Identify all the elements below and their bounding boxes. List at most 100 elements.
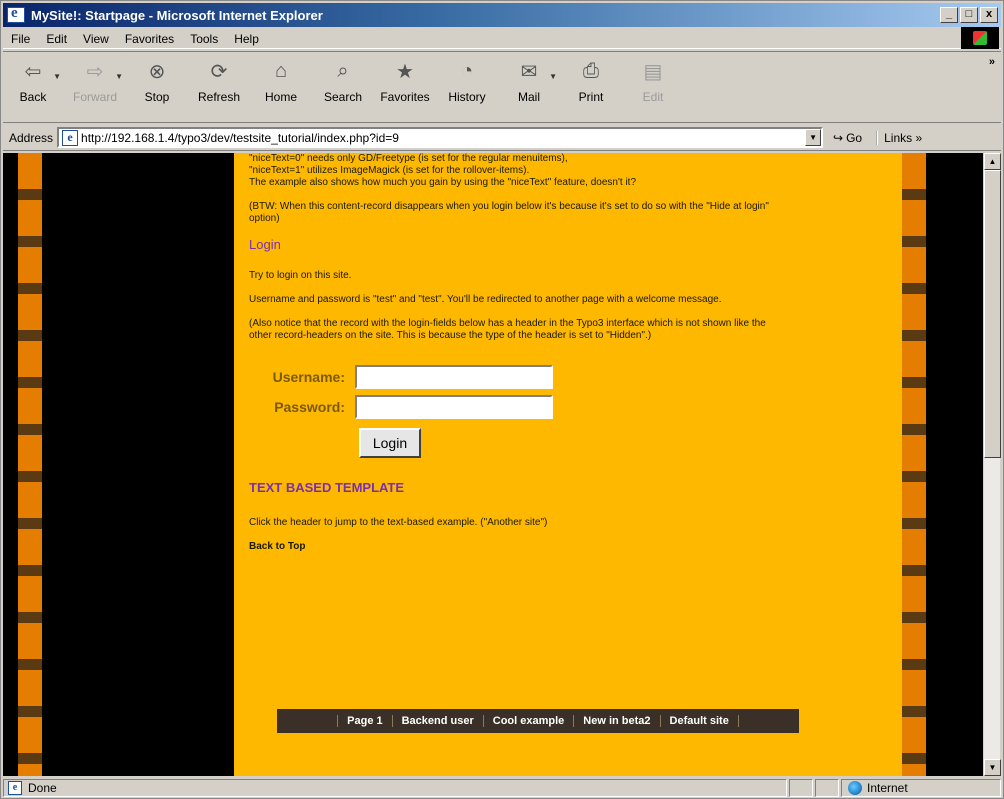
login-button[interactable]: Login [359,428,421,458]
nav-new-in-beta2[interactable]: New in beta2 [573,715,659,727]
links-button[interactable]: Links » [876,130,922,145]
nav-page-1[interactable]: Page 1 [337,715,391,727]
go-button[interactable]: ↪ Go [833,131,862,145]
mail-dropdown-icon[interactable]: ▼ [549,72,557,81]
forward-button[interactable]: ⇨ Forward ▼ [65,58,125,116]
address-input[interactable]: e http://192.168.1.4/typo3/dev/testsite_… [57,127,824,148]
menu-file[interactable]: File [3,32,38,46]
address-dropdown-icon[interactable]: ▼ [805,129,822,146]
status-text-area: e Done [3,779,787,797]
username-input[interactable] [355,365,553,389]
login-note: (Also notice that the record with the lo… [249,318,766,341]
username-label: Username: [272,369,345,385]
forward-label: Forward [72,90,117,104]
favorites-icon: ★ [396,60,414,83]
edit-label: Edit [642,90,664,104]
scroll-down-icon[interactable]: ▼ [984,759,1001,776]
mail-button[interactable]: ✉ Mail ▼ [499,58,559,116]
menu-edit[interactable]: Edit [38,32,75,46]
address-label: Address [9,130,54,145]
minimize-button[interactable]: _ [940,7,958,23]
history-icon: ◔ [460,59,474,82]
globe-icon [848,781,862,795]
back-label: Back [19,90,47,104]
edit-button[interactable]: ▤ Edit [623,58,683,116]
back-arrow-icon: ⇦ [24,60,42,83]
menu-help[interactable]: Help [226,32,267,46]
favorites-label: Favorites [380,90,430,104]
edit-icon: ▤ [643,60,663,83]
maximize-button[interactable]: □ [960,7,978,23]
windows-logo-icon [961,27,999,49]
toolbar: ⇦ Back ▼ ⇨ Forward ▼ ⊗ Stop ⟳ Refresh ⌂ … [3,51,1001,123]
favorites-button[interactable]: ★ Favorites [375,58,435,116]
menu-tools[interactable]: Tools [182,32,226,46]
address-url[interactable]: http://192.168.1.4/typo3/dev/testsite_tu… [81,131,399,145]
menu-view[interactable]: View [75,32,117,46]
login-heading: Login [249,237,281,252]
toolbar-overflow-button[interactable]: » [989,56,995,68]
stop-label: Stop [144,90,170,104]
page-viewport: "niceText=0" needs only GD/Freetype (is … [3,153,983,776]
page-icon: e [8,781,22,795]
page-icon: e [62,129,79,146]
footer-nav: Page 1 Backend user Cool example New in … [277,709,799,733]
status-text: Done [28,781,57,795]
status-bar: e Done Internet [3,778,1001,798]
close-button[interactable]: x [980,7,998,23]
window-title: MySite!: Startpage - Microsoft Internet … [31,7,323,23]
text-template-desc: Click the header to jump to the text-bas… [249,517,548,528]
zone-label: Internet [867,781,908,795]
forward-dropdown-icon[interactable]: ▼ [115,72,123,81]
scrollbar-thumb[interactable] [984,170,1001,458]
title-bar[interactable]: MySite!: Startpage - Microsoft Internet … [3,3,1001,27]
stop-button[interactable]: ⊗ Stop [127,58,187,116]
left-stripe-decoration [18,153,42,776]
back-to-top-link[interactable]: Back to Top [249,541,902,552]
go-arrow-icon: ↪ [833,130,844,145]
intro-line-1: "niceText=0" needs only GD/Freetype (is … [249,153,568,164]
search-button[interactable]: ⌕ Search [313,58,373,116]
nav-cool-example[interactable]: Cool example [482,715,574,727]
ie-logo-icon [7,5,25,23]
refresh-button[interactable]: ⟳ Refresh [189,58,249,116]
back-dropdown-icon[interactable]: ▼ [53,72,61,81]
login-credentials: Username and password is "test" and "tes… [249,294,722,305]
password-input[interactable] [355,395,553,419]
history-label: History [448,90,486,104]
home-label: Home [264,90,297,104]
vertical-scrollbar[interactable]: ▲ ▼ [983,153,1001,776]
menu-bar: File Edit View Favorites Tools Help [3,27,1001,49]
security-zone[interactable]: Internet [841,779,1001,797]
nav-backend-user[interactable]: Backend user [391,715,483,727]
intro-text: "niceText=0" needs only GD/Freetype (is … [249,153,769,189]
text-template-link[interactable]: TEXT BASED TEMPLATE [249,480,902,495]
history-button[interactable]: ◔ History [437,58,497,116]
mail-label: Mail [517,90,540,104]
intro-line-2: "niceText=1" utilizes ImageMagick (is se… [249,165,530,176]
nav-default-site[interactable]: Default site [659,715,739,727]
print-button[interactable]: ⎙ Print [561,58,621,116]
refresh-label: Refresh [197,90,241,104]
search-label: Search [323,90,363,104]
back-button[interactable]: ⇦ Back ▼ [3,58,63,116]
home-button[interactable]: ⌂ Home [251,58,311,116]
menu-favorites[interactable]: Favorites [117,32,182,46]
stop-icon: ⊗ [148,60,166,83]
mail-icon: ✉ [520,60,538,83]
forward-arrow-icon: ⇨ [86,60,104,83]
print-icon: ⎙ [583,59,599,82]
search-icon: ⌕ [337,59,349,82]
browser-window: MySite!: Startpage - Microsoft Internet … [0,0,1004,799]
btw-note: (BTW: When this content-record disappear… [249,201,769,224]
address-bar: Address e http://192.168.1.4/typo3/dev/t… [3,125,1001,151]
right-stripe-decoration [902,153,926,776]
scroll-up-icon[interactable]: ▲ [984,153,1001,170]
refresh-icon: ⟳ [210,60,228,83]
password-label: Password: [274,399,345,415]
go-label: Go [846,130,863,145]
login-form: Username: Password: Login [249,362,902,458]
login-intro: Try to login on this site. [249,270,352,281]
status-cell-1 [789,779,813,797]
print-label: Print [578,90,604,104]
